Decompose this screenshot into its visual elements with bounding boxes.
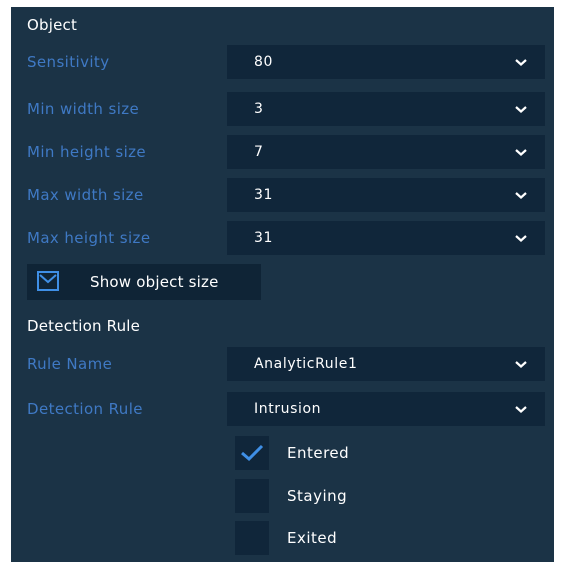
sensitivity-value: 80	[254, 54, 274, 70]
max-height-value: 31	[254, 230, 274, 246]
chevron-down-icon	[515, 106, 527, 113]
chevron-down-icon	[515, 406, 527, 413]
rule-name-row: Rule Name AnalyticRule1	[27, 347, 545, 381]
min-height-row: Min height size 7	[27, 135, 545, 169]
exited-checkbox[interactable]	[235, 521, 269, 555]
sensitivity-select[interactable]: 80	[227, 45, 545, 79]
min-height-label: Min height size	[27, 143, 147, 161]
min-width-row: Min width size 3	[27, 92, 545, 126]
show-object-size-label: Show object size	[90, 273, 219, 291]
rule-name-select[interactable]: AnalyticRule1	[227, 347, 545, 381]
min-height-select[interactable]: 7	[227, 135, 545, 169]
settings-panel: Object Sensitivity 80 Min width size 3 M…	[11, 7, 554, 562]
staying-checkbox[interactable]	[235, 479, 269, 513]
entered-label: Entered	[287, 444, 350, 462]
min-width-value: 3	[254, 101, 264, 117]
max-width-select[interactable]: 31	[227, 178, 545, 212]
staying-label: Staying	[287, 487, 348, 505]
detection-rule-row: Detection Rule Intrusion	[27, 392, 545, 426]
max-height-row: Max height size 31	[27, 221, 545, 255]
detection-rule-section-title: Detection Rule	[27, 317, 141, 335]
checkmark-icon	[241, 444, 264, 462]
min-width-select[interactable]: 3	[227, 92, 545, 126]
entered-option[interactable]: Entered	[235, 436, 435, 470]
max-height-select[interactable]: 31	[227, 221, 545, 255]
max-width-row: Max width size 31	[27, 178, 545, 212]
rule-name-label: Rule Name	[27, 355, 113, 373]
entered-checkbox[interactable]	[235, 436, 269, 470]
max-height-label: Max height size	[27, 229, 151, 247]
max-width-value: 31	[254, 187, 274, 203]
chevron-down-icon	[515, 59, 527, 66]
chevron-down-icon	[515, 361, 527, 368]
min-width-label: Min width size	[27, 100, 140, 118]
show-object-size-checkbox[interactable]: Show object size	[27, 264, 261, 300]
detection-rule-label: Detection Rule	[27, 400, 143, 418]
detection-rule-value: Intrusion	[254, 401, 322, 417]
staying-option[interactable]: Staying	[235, 479, 435, 513]
exited-option[interactable]: Exited	[235, 521, 435, 555]
chevron-down-icon	[515, 149, 527, 156]
min-height-value: 7	[254, 144, 264, 160]
envelope-icon	[37, 271, 59, 291]
chevron-down-icon	[515, 192, 527, 199]
object-section-title: Object	[27, 16, 78, 34]
sensitivity-row: Sensitivity 80	[27, 45, 545, 79]
sensitivity-label: Sensitivity	[27, 53, 110, 71]
exited-label: Exited	[287, 529, 338, 547]
chevron-down-icon	[515, 235, 527, 242]
rule-name-value: AnalyticRule1	[254, 356, 358, 372]
detection-rule-select[interactable]: Intrusion	[227, 392, 545, 426]
max-width-label: Max width size	[27, 186, 144, 204]
